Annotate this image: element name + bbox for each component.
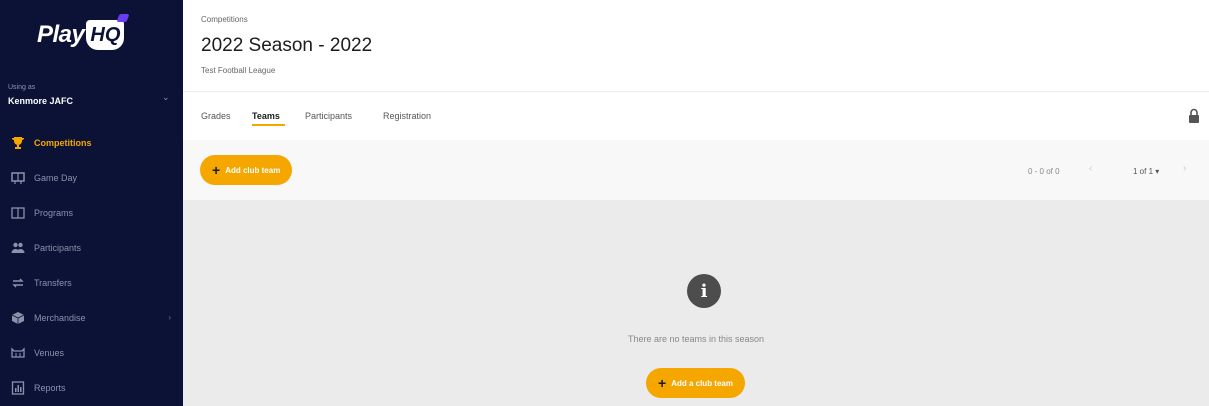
sidebar-item-transfers[interactable]: Transfers — [0, 265, 183, 300]
empty-state: i There are no teams in this season + Ad… — [183, 200, 1209, 406]
breadcrumb[interactable]: Competitions — [201, 15, 248, 24]
empty-state-message: There are no teams in this season — [627, 334, 765, 344]
sidebar-item-label: Participants — [34, 242, 82, 253]
using-as-label: Using as — [8, 84, 36, 91]
sidebar-item-merchandise[interactable]: Merchandise › — [0, 300, 183, 335]
people-icon — [10, 241, 26, 255]
add-a-club-team-label: Add a club team — [671, 378, 733, 388]
book-icon — [10, 206, 26, 220]
tab-registration[interactable]: Registration — [383, 111, 431, 121]
tab-participants[interactable]: Participants — [305, 111, 352, 121]
lock-icon[interactable] — [1188, 108, 1200, 124]
report-icon — [10, 380, 26, 395]
sidebar-item-game-day[interactable]: Game Day — [0, 160, 183, 195]
scoreboard-icon — [10, 171, 26, 185]
chevron-down-icon: ▾ — [1155, 167, 1160, 176]
box-icon — [10, 311, 26, 325]
sidebar-item-label: Game Day — [34, 172, 78, 183]
logo-play-text: Play — [37, 21, 85, 48]
toolbar: + Add club team 0 - 0 of 0 ‹ 1 of 1 ▾ › — [183, 140, 1209, 200]
page-title: 2022 Season - 2022 — [201, 35, 373, 56]
transfer-arrows-icon — [10, 276, 26, 290]
page-header: Competitions 2022 Season - 2022 Test Foo… — [183, 0, 1209, 92]
add-club-team-button[interactable]: + Add club team — [200, 155, 293, 185]
playhq-logo[interactable]: Play HQ — [37, 20, 125, 50]
chevron-down-icon[interactable]: ⌄ — [162, 92, 170, 103]
plus-icon: + — [658, 375, 667, 391]
sidebar-item-label: Reports — [34, 382, 66, 393]
logo-hq-badge: HQ — [86, 20, 125, 50]
sidebar: Play HQ Using as Kenmore JAFC ⌄ Competit… — [0, 0, 183, 406]
chevron-right-icon: › — [168, 313, 171, 322]
tab-grades[interactable]: Grades — [201, 111, 231, 121]
sidebar-item-venues[interactable]: Venues — [0, 335, 183, 370]
tab-teams[interactable]: Teams — [252, 111, 280, 121]
sidebar-item-programs[interactable]: Programs — [0, 195, 183, 230]
chevron-right-icon[interactable]: › — [1183, 163, 1186, 174]
trophy-icon — [10, 136, 26, 150]
info-icon: i — [687, 274, 721, 308]
tab-bar: Grades Teams Participants Registration — [183, 93, 1209, 140]
sidebar-item-label: Competitions — [34, 137, 92, 148]
sidebar-item-competitions[interactable]: Competitions — [0, 125, 183, 160]
active-tab-indicator — [252, 124, 285, 126]
sidebar-item-label: Programs — [34, 207, 74, 218]
sidebar-item-label: Venues — [34, 347, 65, 358]
sidebar-item-reports[interactable]: Reports — [0, 370, 183, 405]
add-club-team-label: Add club team — [225, 165, 281, 175]
page-select[interactable]: 1 of 1 ▾ — [1133, 167, 1159, 176]
chevron-left-icon[interactable]: ‹ — [1089, 163, 1092, 174]
stadium-icon — [10, 346, 26, 360]
sidebar-item-participants[interactable]: Participants — [0, 230, 183, 265]
page-subtitle: Test Football League — [201, 66, 276, 75]
sidebar-item-label: Merchandise — [34, 312, 86, 323]
add-a-club-team-button[interactable]: + Add a club team — [646, 368, 745, 398]
sidebar-nav: Competitions Game Day Programs Participa… — [0, 125, 183, 405]
club-selector[interactable]: Kenmore JAFC — [8, 96, 73, 106]
pagination-count: 0 - 0 of 0 — [1028, 167, 1060, 176]
plus-icon: + — [212, 162, 221, 178]
sidebar-item-label: Transfers — [34, 277, 72, 288]
page-select-value: 1 of 1 — [1133, 167, 1154, 176]
